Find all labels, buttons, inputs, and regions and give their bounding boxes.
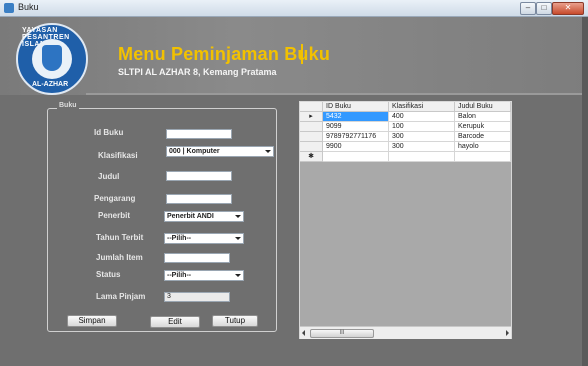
- row-header: [300, 142, 323, 152]
- app-window: Buku – □ ✕ YAYASAN PESANTREN ISLAM AL-AZ…: [0, 0, 588, 366]
- chevron-down-icon: [235, 215, 241, 218]
- school-logo: YAYASAN PESANTREN ISLAM AL-AZHAR: [16, 23, 88, 95]
- klasifikasi-select[interactable]: 000 | Komputer: [166, 146, 274, 157]
- table-cell[interactable]: 400: [389, 112, 455, 122]
- table-cell[interactable]: 5432: [323, 112, 389, 122]
- header-banner: YAYASAN PESANTREN ISLAM AL-AZHAR Menu Pe…: [0, 17, 588, 95]
- chevron-down-icon: [235, 274, 241, 277]
- status-select[interactable]: --Pilih--: [164, 270, 244, 281]
- tahun-terbit-select-value: --Pilih--: [167, 235, 192, 242]
- row-header: [300, 132, 323, 142]
- simpan-button[interactable]: Simpan: [67, 315, 117, 327]
- logo-ring-bottom-text: AL-AZHAR: [32, 81, 69, 88]
- table-cell[interactable]: Barcode: [455, 132, 511, 142]
- tahun-terbit-label: Tahun Terbit: [96, 233, 144, 242]
- jumlah-item-label: Jumlah Item: [96, 253, 143, 262]
- app-icon: [4, 3, 14, 13]
- grid-corner-header: [300, 102, 323, 112]
- scroll-right-arrow-icon[interactable]: [506, 330, 509, 336]
- scrollbar-thumb[interactable]: III: [310, 329, 374, 338]
- table-cell[interactable]: 100: [389, 122, 455, 132]
- title-bar: Buku – □ ✕: [0, 0, 588, 17]
- penerbit-select[interactable]: Penerbit ANDI: [164, 211, 244, 222]
- table-cell[interactable]: Balon: [455, 112, 511, 122]
- status-select-value: --Pilih--: [167, 272, 192, 279]
- lama-pinjam-input[interactable]: 3: [164, 292, 230, 302]
- grid-column-header[interactable]: Judul Buku: [455, 102, 511, 112]
- tahun-terbit-select[interactable]: --Pilih--: [164, 233, 244, 244]
- klasifikasi-label: Klasifikasi: [98, 151, 138, 160]
- logo-mark-icon: [42, 45, 62, 71]
- status-label: Status: [96, 270, 121, 279]
- table-row[interactable]: 9099 100 Kerupuk: [300, 122, 511, 132]
- books-data-grid[interactable]: ID Buku Klasifikasi Judul Buku ▸ 5432 40…: [299, 101, 512, 339]
- minimize-button[interactable]: –: [520, 2, 536, 15]
- edit-button[interactable]: Edit: [150, 316, 200, 328]
- header-divider: [86, 93, 588, 95]
- table-cell[interactable]: 9789792771176: [323, 132, 389, 142]
- judul-label: Judul: [98, 172, 120, 181]
- table-row[interactable]: 9900 300 hayolo: [300, 142, 511, 152]
- penerbit-label: Penerbit: [98, 211, 131, 220]
- table-cell[interactable]: [455, 152, 511, 162]
- horizontal-scrollbar[interactable]: III: [300, 326, 511, 339]
- penerbit-select-value: Penerbit ANDI: [167, 213, 214, 220]
- table-cell[interactable]: Kerupuk: [455, 122, 511, 132]
- row-selected-marker-icon: ▸: [300, 112, 323, 122]
- page-title: Menu Peminjaman Buku: [118, 44, 331, 64]
- scroll-left-arrow-icon[interactable]: [302, 330, 305, 336]
- id-buku-input[interactable]: [166, 129, 232, 139]
- window-title: Buku: [18, 2, 39, 12]
- table-cell[interactable]: [323, 152, 389, 162]
- maximize-button[interactable]: □: [536, 2, 552, 15]
- new-row-asterisk-icon: ✱: [300, 152, 323, 162]
- chevron-down-icon: [235, 237, 241, 240]
- tutup-button[interactable]: Tutup: [212, 315, 258, 327]
- id-buku-label: Id Buku: [94, 128, 124, 137]
- groupbox-label: Buku: [57, 102, 79, 109]
- table-row[interactable]: ▸ 5432 400 Balon: [300, 112, 511, 122]
- row-header: [300, 122, 323, 132]
- table-new-row[interactable]: ✱: [300, 152, 511, 162]
- pengarang-label: Pengarang: [94, 194, 136, 203]
- grid-column-header[interactable]: ID Buku: [323, 102, 389, 112]
- text-cursor: [301, 44, 303, 64]
- jumlah-item-input[interactable]: [164, 253, 230, 263]
- pengarang-input[interactable]: [166, 194, 232, 204]
- table-row[interactable]: 9789792771176 300 Barcode: [300, 132, 511, 142]
- judul-input[interactable]: [166, 171, 232, 181]
- lama-pinjam-label: Lama Pinjam: [96, 292, 146, 301]
- window-right-edge: [582, 17, 588, 366]
- grid-column-header[interactable]: Klasifikasi: [389, 102, 455, 112]
- table-cell[interactable]: [389, 152, 455, 162]
- table-cell[interactable]: hayolo: [455, 142, 511, 152]
- chevron-down-icon: [265, 150, 271, 153]
- table-cell[interactable]: 9900: [323, 142, 389, 152]
- page-subtitle: SLTPI AL AZHAR 8, Kemang Pratama: [118, 67, 277, 77]
- table-cell[interactable]: 9099: [323, 122, 389, 132]
- klasifikasi-select-value: 000 | Komputer: [169, 148, 220, 155]
- table-cell[interactable]: 300: [389, 142, 455, 152]
- close-button[interactable]: ✕: [552, 2, 584, 15]
- table-cell[interactable]: 300: [389, 132, 455, 142]
